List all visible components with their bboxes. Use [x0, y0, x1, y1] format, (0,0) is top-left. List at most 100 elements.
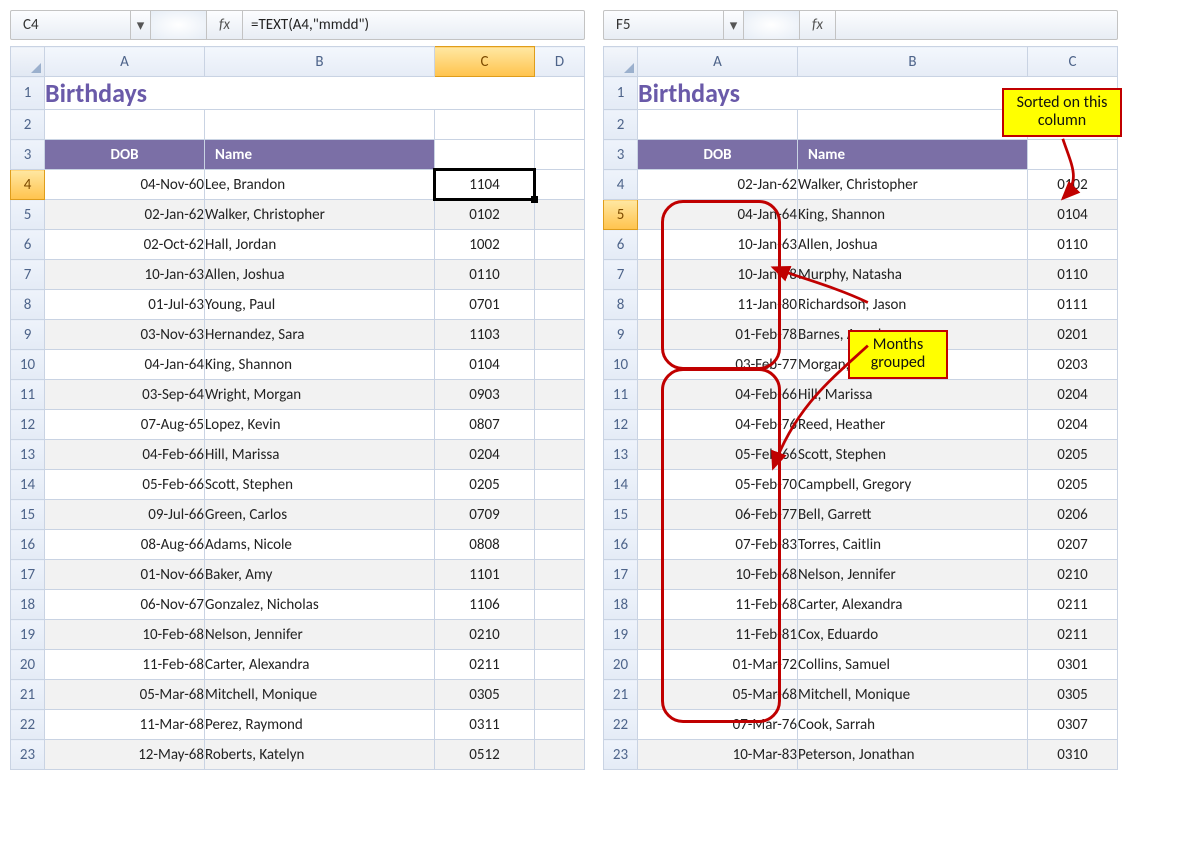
cell-code[interactable]: 0305	[435, 680, 535, 710]
row-header[interactable]: 12	[11, 410, 45, 440]
cell-name[interactable]: Bell, Garrett	[798, 500, 1028, 530]
cell-dob[interactable]: 10-Feb-68	[45, 620, 205, 650]
fx-icon[interactable]: fx	[207, 11, 243, 39]
cell[interactable]	[535, 140, 585, 170]
row-header[interactable]: 4	[604, 170, 638, 200]
cell-dob[interactable]: 10-Jan-63	[638, 230, 798, 260]
row-header[interactable]: 23	[11, 740, 45, 770]
cell-code[interactable]: 0102	[435, 200, 535, 230]
cell-code[interactable]: 0203	[1028, 350, 1118, 380]
cell[interactable]	[535, 650, 585, 680]
cell-code[interactable]: 0709	[435, 500, 535, 530]
cell-name[interactable]: Carter, Alexandra	[205, 650, 435, 680]
cell-dob[interactable]: 04-Feb-66	[638, 380, 798, 410]
cell-dob[interactable]: 07-Feb-83	[638, 530, 798, 560]
cell-dob[interactable]: 04-Feb-76	[638, 410, 798, 440]
cell-dob[interactable]: 07-Mar-76	[638, 710, 798, 740]
cell-code[interactable]: 0210	[435, 620, 535, 650]
row-header[interactable]: 14	[604, 470, 638, 500]
cell[interactable]	[435, 140, 535, 170]
cell-code[interactable]: 0310	[1028, 740, 1118, 770]
cell-dob[interactable]: 03-Sep-64	[45, 380, 205, 410]
row-header[interactable]: 19	[604, 620, 638, 650]
row-header[interactable]: 17	[11, 560, 45, 590]
row-header[interactable]: 6	[604, 230, 638, 260]
cell-dob[interactable]: 01-Jul-63	[45, 290, 205, 320]
row-header[interactable]: 1	[11, 77, 45, 110]
cell-code[interactable]: 0110	[1028, 230, 1118, 260]
cell-dob[interactable]: 05-Mar-68	[45, 680, 205, 710]
cell-name[interactable]: Hall, Jordan	[205, 230, 435, 260]
row-header[interactable]: 3	[11, 140, 45, 170]
row-header[interactable]: 13	[604, 440, 638, 470]
row-header[interactable]: 7	[604, 260, 638, 290]
cell-code[interactable]: 0102	[1028, 170, 1118, 200]
col-header-D[interactable]: D	[535, 47, 585, 77]
col-header-B[interactable]: B	[205, 47, 435, 77]
cell-dob[interactable]: 11-Feb-68	[638, 590, 798, 620]
cell[interactable]	[535, 710, 585, 740]
col-header-A[interactable]: A	[638, 47, 798, 77]
table-header-name[interactable]: Name	[205, 140, 435, 170]
row-header[interactable]: 5	[11, 200, 45, 230]
row-header[interactable]: 9	[11, 320, 45, 350]
cell-name[interactable]: Wright, Morgan	[205, 380, 435, 410]
cell-dob[interactable]: 04-Nov-60	[45, 170, 205, 200]
cell-code[interactable]: 0205	[435, 470, 535, 500]
cell[interactable]	[535, 680, 585, 710]
cell-dob[interactable]: 10-Jan-63	[45, 260, 205, 290]
cell-name[interactable]: Perez, Raymond	[205, 710, 435, 740]
cell-name[interactable]: Cox, Eduardo	[798, 620, 1028, 650]
cell-name[interactable]: Carter, Alexandra	[798, 590, 1028, 620]
cell[interactable]	[535, 620, 585, 650]
cell-code[interactable]: 0104	[1028, 200, 1118, 230]
cell[interactable]	[535, 350, 585, 380]
cell-name[interactable]: Cook, Sarrah	[798, 710, 1028, 740]
row-header[interactable]: 16	[11, 530, 45, 560]
cell[interactable]	[535, 110, 585, 140]
cell-code[interactable]: 0903	[435, 380, 535, 410]
cell-name[interactable]: Torres, Caitlin	[798, 530, 1028, 560]
cell-name[interactable]: Campbell, Gregory	[798, 470, 1028, 500]
cell-code[interactable]: 0104	[435, 350, 535, 380]
cell[interactable]	[535, 440, 585, 470]
cell-code[interactable]: 0305	[1028, 680, 1118, 710]
table-header-name[interactable]: Name	[798, 140, 1028, 170]
name-box[interactable]: F5	[604, 11, 724, 39]
cell-name[interactable]: Allen, Joshua	[798, 230, 1028, 260]
cell-name[interactable]: Mitchell, Monique	[798, 680, 1028, 710]
cell[interactable]	[1028, 140, 1118, 170]
row-header[interactable]: 12	[604, 410, 638, 440]
table-header-dob[interactable]: DOB	[638, 140, 798, 170]
cell[interactable]	[535, 500, 585, 530]
row-header[interactable]: 3	[604, 140, 638, 170]
row-header[interactable]: 4	[11, 170, 45, 200]
row-header[interactable]: 20	[604, 650, 638, 680]
name-box[interactable]: C4	[11, 11, 131, 39]
cell-dob[interactable]: 04-Jan-64	[638, 200, 798, 230]
name-box-dropdown-icon[interactable]: ▾	[131, 11, 151, 39]
row-header[interactable]: 10	[604, 350, 638, 380]
cell-dob[interactable]: 09-Jul-66	[45, 500, 205, 530]
cell-name[interactable]: Walker, Christopher	[798, 170, 1028, 200]
cell[interactable]	[535, 530, 585, 560]
cell-name[interactable]: Adams, Nicole	[205, 530, 435, 560]
cell-dob[interactable]: 02-Jan-62	[638, 170, 798, 200]
cell[interactable]	[535, 740, 585, 770]
col-header-C[interactable]: C	[1028, 47, 1118, 77]
cell-dob[interactable]: 11-Feb-81	[638, 620, 798, 650]
cell-dob[interactable]: 10-Feb-68	[638, 560, 798, 590]
formula-insert-icon[interactable]	[744, 11, 800, 39]
cell-name[interactable]: Hernandez, Sara	[205, 320, 435, 350]
cell-dob[interactable]: 11-Mar-68	[45, 710, 205, 740]
cell-name[interactable]: Gonzalez, Nicholas	[205, 590, 435, 620]
row-header[interactable]: 16	[604, 530, 638, 560]
cell-name[interactable]: Peterson, Jonathan	[798, 740, 1028, 770]
cell-dob[interactable]: 01-Mar-72	[638, 650, 798, 680]
col-header-A[interactable]: A	[45, 47, 205, 77]
cell[interactable]	[638, 110, 798, 140]
cell-code[interactable]: 1103	[435, 320, 535, 350]
row-header[interactable]: 8	[604, 290, 638, 320]
row-header[interactable]: 18	[604, 590, 638, 620]
cell[interactable]	[435, 110, 535, 140]
